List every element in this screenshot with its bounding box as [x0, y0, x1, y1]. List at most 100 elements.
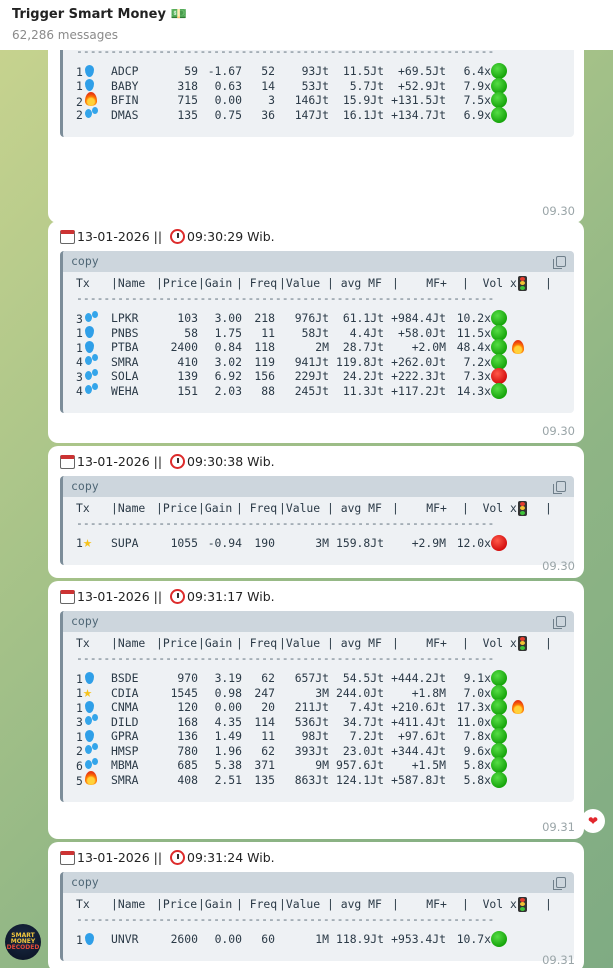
- code-copy-bar[interactable]: copy: [63, 251, 574, 272]
- copy-icon[interactable]: [553, 616, 566, 629]
- table-row: 4 SMRA 410 3.02 119 941Jt 119.8Jt +262.0Jt 7.2x: [76, 353, 574, 370]
- message-time: 09.30: [542, 559, 575, 573]
- message-date: 13-01-2026: [77, 589, 150, 604]
- message-date: 13-01-2026: [77, 850, 150, 865]
- traffic-light-icon: [518, 896, 527, 912]
- table-row: 3 SOLA 139 6.92 156 229Jt 24.2Jt +222.3Jt 7.3x: [76, 368, 574, 385]
- table-row: 1 UNVR 2600 0.00 60 1M 118.9Jt +953.4Jt 10.7x: [76, 931, 574, 948]
- green-circle-icon: [491, 670, 507, 687]
- green-circle-icon: [491, 382, 507, 399]
- message-header: 13-01-2026 || 09:30:29 Wib.: [60, 229, 275, 244]
- water-drop-icon: [85, 700, 94, 713]
- message-clock: 09:31:24 Wib.: [187, 850, 275, 865]
- water-drop-icon: [85, 932, 94, 945]
- water-drop-icon: [85, 671, 94, 684]
- channel-title: Trigger Smart Money 💵: [12, 7, 187, 22]
- splash-icon: [85, 310, 99, 323]
- code-block[interactable]: copy Tx|Name|Price|Gain| Freq|Value| avg …: [60, 872, 574, 961]
- code-copy-bar[interactable]: copy: [63, 611, 574, 632]
- red-circle-icon: [491, 535, 507, 552]
- green-circle-icon: [491, 339, 507, 356]
- water-drop-icon: [85, 326, 94, 338]
- chat-header[interactable]: Trigger Smart Money 💵 62,286 messages: [0, 0, 613, 50]
- message-date: 13-01-2026: [77, 229, 150, 244]
- alarm-clock-icon: [170, 589, 186, 604]
- alarm-clock-icon: [170, 229, 186, 244]
- fire-icon: [85, 771, 97, 785]
- table-row: 2 DMAS 135 0.75 36 147Jt 16.1Jt +134.7Jt 6.9x: [76, 106, 574, 123]
- table-row: 2 BFIN 715 0.00 3 146Jt 15.9Jt +131.5Jt 7.5x: [76, 91, 574, 109]
- message-bubble[interactable]: 13-01-2026 || 09:30:38 Wib. copy Tx |Name |P…: [48, 446, 584, 578]
- message-bubble[interactable]: 13-01-2026 || 09:31:24 Wib. copy Tx |Name |P…: [48, 842, 584, 968]
- table-separator: ----------------------------------------…: [76, 911, 495, 926]
- water-drop-icon: [85, 340, 94, 353]
- table-row: 1 PNBS 58 1.75 11 58Jt 4.4Jt +58.0Jt 11.5x: [76, 324, 574, 341]
- table-row: 1★ CDIA 1545 0.98 247 3M 244.0Jt +1.8M 7.0x: [76, 682, 574, 701]
- green-circle-icon: [491, 310, 507, 327]
- table-row: 1 GPRA 136 1.49 11 98Jt 7.2Jt +97.6Jt 7.8x: [76, 728, 574, 745]
- water-drop-icon: [85, 729, 94, 742]
- table-header: Tx|Name|Price|Gain| Freq|Value| avg MF| …: [76, 275, 552, 291]
- message-clock: 09:30:29 Wib.: [187, 229, 275, 244]
- message-bubble[interactable]: 13-01-2026 || 09:30:29 Wib. copy Tx|Name|P…: [48, 221, 584, 443]
- table-row: 1★ SUPA 1055 -0.94 190 3M 159.8Jt +2.9M 12.0x: [76, 533, 574, 552]
- green-circle-icon: [491, 771, 507, 788]
- calendar-icon: [60, 454, 75, 469]
- heart-reaction[interactable]: ❤: [581, 809, 605, 833]
- water-drop-icon: [85, 64, 94, 77]
- code-block[interactable]: copy Tx|Name|Price|Gain| Freq|Value| avg …: [60, 251, 574, 413]
- calendar-icon: [60, 589, 75, 604]
- alarm-clock-icon: [170, 454, 186, 469]
- code-block[interactable]: copy Tx|Name|Price|Gain| Freq|Value| avg …: [60, 611, 574, 802]
- message-bubble[interactable]: 13-01-2026 || 09:31:17 Wib. copy Tx |Name |P…: [48, 581, 584, 839]
- splash-icon: [85, 757, 99, 770]
- channel-avatar[interactable]: SMART MONEY DECODED: [5, 924, 41, 960]
- table-row: 1 CNMA 120 0.00 20 211Jt 7.4Jt +210.6Jt 17.3x: [76, 699, 574, 716]
- table-row: 6 MBMA 685 5.38 371 9M 957.6Jt +1.5M 5.8x: [76, 757, 574, 774]
- fire-icon: [85, 91, 97, 106]
- splash-icon: [85, 743, 99, 755]
- code-copy-bar[interactable]: copy: [63, 476, 574, 497]
- green-circle-icon: [491, 757, 507, 774]
- table-row: 1 BABY 318 0.63 14 53Jt 5.7Jt +52.9Jt 7.9x: [76, 77, 574, 94]
- copy-icon[interactable]: [553, 877, 566, 890]
- fire-icon: [512, 340, 524, 355]
- splash-icon: [85, 107, 99, 119]
- table-row: 1 ADCP 59 -1.67 52 93Jt 11.5Jt +69.5Jt 6.4x: [76, 63, 574, 80]
- table-separator: ----------------------------------------…: [76, 650, 495, 665]
- splash-icon: [85, 354, 99, 366]
- message-header: 13-01-2026 || 09:31:24 Wib.: [60, 850, 275, 865]
- green-circle-icon: [491, 63, 507, 80]
- table-header: Tx|Name|Price|Gain| Freq|Value| avg MF| …: [76, 635, 552, 651]
- star-icon: ★: [83, 533, 93, 551]
- green-circle-icon: [491, 931, 507, 948]
- code-copy-bar[interactable]: copy: [63, 872, 574, 893]
- message-header: 13-01-2026 || 09:31:17 Wib.: [60, 589, 275, 604]
- table-row: 3 LPKR 103 3.00 218 976Jt 61.1Jt +984.4Jt 10.2x: [76, 310, 574, 327]
- message-count: 62,286 messages: [12, 28, 118, 42]
- water-drop-icon: [85, 79, 94, 91]
- splash-icon: [85, 714, 99, 726]
- table-row: 1 PTBA 2400 0.84 118 2M 28.7Jt +2.0M 48.4x: [76, 339, 574, 356]
- message-clock: 09:31:17 Wib.: [187, 589, 275, 604]
- message-clock: 09:30:38 Wib.: [187, 454, 275, 469]
- message-time: 09.31: [542, 820, 575, 834]
- fire-icon: [512, 700, 524, 715]
- table-separator: ----------------------------------------…: [76, 290, 495, 305]
- table-separator: ----------------------------------------…: [76, 515, 495, 530]
- message-feed[interactable]: 13-01-2026 || 09:30:29 Wib. copy Tx|Name|P…: [0, 0, 613, 968]
- table-row: 1 BSDE 970 3.19 62 657Jt 54.5Jt +444.2Jt 9.1x: [76, 670, 574, 687]
- table-header: Tx|Name|Price|Gain| Freq|Value| avg MF| …: [76, 896, 552, 912]
- table-header: Tx|Name|Price|Gain| Freq|Value| avg MF| …: [76, 500, 552, 516]
- table-row: 2 HMSP 780 1.96 62 393Jt 23.0Jt +344.4Jt 9.6x: [76, 742, 574, 759]
- red-circle-icon: [491, 368, 507, 385]
- message-time: 09.31: [542, 953, 575, 967]
- copy-icon[interactable]: [553, 256, 566, 269]
- copy-icon[interactable]: [553, 481, 566, 494]
- code-block[interactable]: copy Tx|Name|Price|Gain| Freq|Value| avg …: [60, 476, 574, 565]
- star-icon: ★: [83, 682, 93, 701]
- message-time: 09.30: [542, 424, 575, 438]
- alarm-clock-icon: [170, 850, 186, 865]
- traffic-light-icon: [518, 275, 527, 291]
- heart-icon: ❤: [587, 814, 599, 828]
